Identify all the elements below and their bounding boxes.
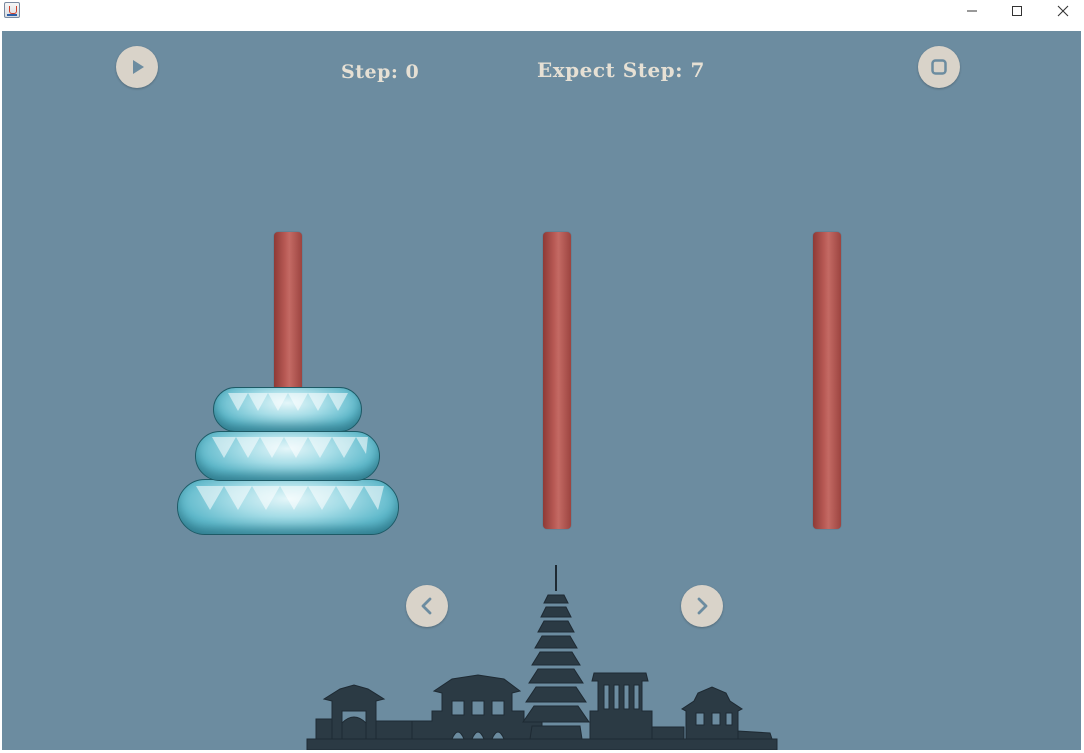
disk-large[interactable] bbox=[177, 479, 399, 535]
stop-button[interactable] bbox=[918, 46, 960, 88]
rod-right[interactable] bbox=[813, 232, 841, 529]
city-skyline-illustration bbox=[306, 565, 778, 750]
rod-middle[interactable] bbox=[543, 232, 571, 529]
step-counter: Step: 0 bbox=[341, 61, 420, 83]
stop-icon bbox=[931, 59, 947, 75]
game-panel: Step: 0 Expect Step: 7 bbox=[2, 31, 1081, 750]
close-button[interactable] bbox=[1040, 0, 1084, 22]
disk-medium[interactable] bbox=[195, 431, 380, 481]
play-icon bbox=[133, 60, 144, 74]
disk-small[interactable] bbox=[213, 387, 362, 432]
maximize-button[interactable] bbox=[994, 0, 1040, 22]
java-cup-icon bbox=[4, 2, 20, 18]
rod-left[interactable] bbox=[274, 232, 302, 392]
expected-step-counter: Expect Step: 7 bbox=[537, 58, 705, 82]
minimize-button[interactable] bbox=[949, 0, 995, 22]
maximize-icon bbox=[1012, 6, 1022, 16]
minimize-icon bbox=[967, 10, 977, 12]
app-window: Step: 0 Expect Step: 7 bbox=[0, 0, 1084, 753]
title-bar[interactable] bbox=[0, 0, 1084, 24]
close-icon bbox=[1057, 5, 1069, 17]
play-button[interactable] bbox=[116, 46, 158, 88]
